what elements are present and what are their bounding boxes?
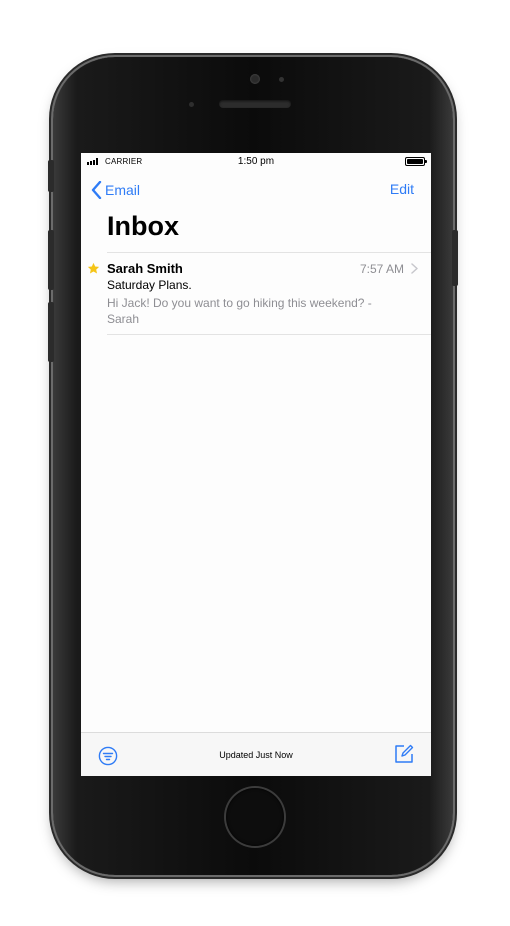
back-button-label: Email — [105, 182, 141, 198]
chevron-left-icon — [91, 181, 102, 199]
list-item[interactable]: Sarah Smith 7:57 AM Saturday Plans. Hi J… — [81, 253, 431, 333]
ambient-sensor — [189, 102, 194, 107]
mute-switch — [48, 160, 54, 192]
back-button[interactable]: Email — [91, 180, 140, 200]
chevron-right-icon — [411, 263, 418, 274]
earpiece-speaker — [219, 100, 291, 108]
update-status: Updated Just Now — [219, 750, 293, 760]
front-camera — [250, 74, 260, 84]
power-button — [452, 230, 458, 286]
status-time: 1:50 pm — [237, 156, 275, 167]
message-subject: Saturday Plans. — [107, 278, 192, 292]
battery-icon — [405, 157, 427, 166]
home-button[interactable] — [226, 788, 284, 846]
message-time: 7:57 AM — [359, 262, 404, 276]
compose-icon[interactable] — [394, 744, 414, 764]
proximity-sensor — [279, 77, 284, 82]
page-title: Inbox — [107, 211, 179, 241]
status-bar: CARRIER 1:50 pm — [81, 153, 431, 171]
message-preview: Hi Jack! Do you want to go hiking this w… — [107, 296, 372, 326]
bottom-toolbar: Updated Just Now — [81, 732, 431, 776]
message-sender: Sarah Smith — [107, 261, 183, 276]
volume-down-button — [48, 302, 54, 362]
volume-up-button — [48, 230, 54, 290]
mail-screen: CARRIER 1:50 pm Email Edit Inbox Sarah S… — [81, 153, 431, 776]
edit-button[interactable]: Edit — [390, 181, 414, 197]
divider — [107, 334, 431, 335]
star-icon — [87, 262, 100, 274]
